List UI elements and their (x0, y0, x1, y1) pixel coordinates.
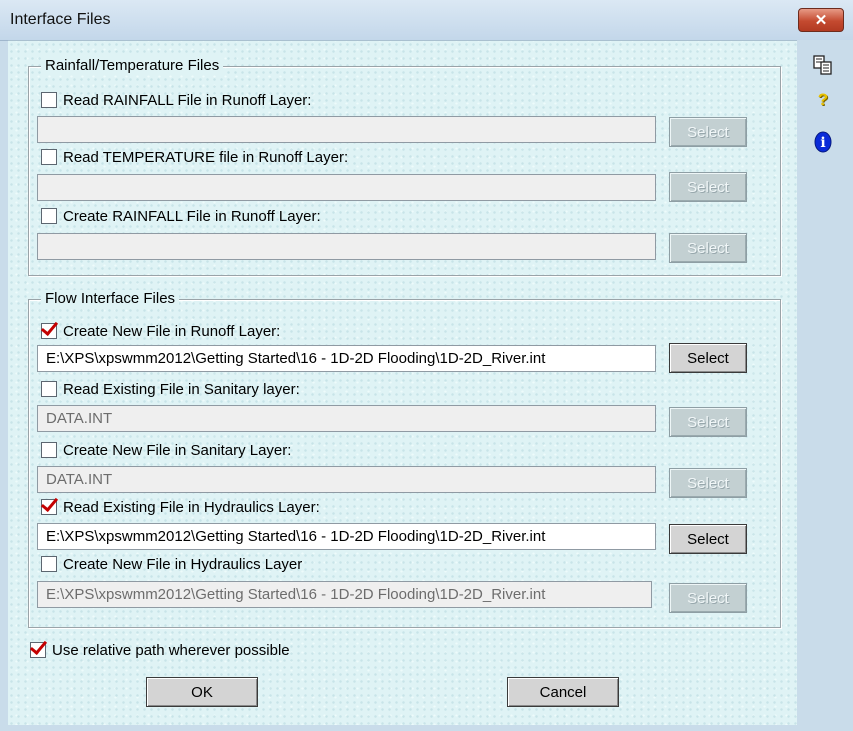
relative-path-checkbox-row[interactable]: Use relative path wherever possible (30, 640, 290, 660)
help-question-icon[interactable]: ? (810, 87, 836, 113)
read-hydraulics-checkbox[interactable] (41, 499, 57, 515)
dialog-body: Rainfall/Temperature Files Read RAINFALL… (8, 40, 797, 725)
read-rainfall-checkbox-row[interactable]: Read RAINFALL File in Runoff Layer: (41, 90, 311, 110)
create-hydraulics-checkbox[interactable] (41, 556, 57, 572)
copy-icon[interactable] (810, 52, 836, 78)
relative-path-label: Use relative path wherever possible (52, 641, 290, 659)
relative-path-checkbox[interactable] (30, 642, 46, 658)
group-legend: Flow Interface Files (41, 290, 180, 308)
create-hydraulics-checkbox-row[interactable]: Create New File in Hydraulics Layer (41, 554, 302, 574)
read-sanitary-path-field[interactable]: DATA.INT (37, 405, 656, 432)
create-rainfall-label: Create RAINFALL File in Runoff Layer: (63, 207, 321, 225)
read-temperature-path-field[interactable] (37, 174, 656, 201)
create-sanitary-checkbox[interactable] (41, 442, 57, 458)
create-runoff-checkbox-row[interactable]: Create New File in Runoff Layer: (41, 321, 280, 341)
create-hydraulics-label: Create New File in Hydraulics Layer (63, 555, 303, 573)
info-icon[interactable]: i (810, 129, 836, 155)
read-temperature-select-button[interactable]: Select (669, 172, 747, 202)
read-hydraulics-checkbox-row[interactable]: Read Existing File in Hydraulics Layer: (41, 497, 320, 517)
create-runoff-checkbox[interactable] (41, 323, 57, 339)
read-sanitary-select-button[interactable]: Select (669, 407, 747, 437)
help-question-glyph: ? (817, 90, 829, 109)
close-icon: ✕ (814, 12, 828, 29)
create-rainfall-checkbox-row[interactable]: Create RAINFALL File in Runoff Layer: (41, 206, 321, 226)
create-runoff-path-field[interactable]: E:\XPS\xpswmm2012\Getting Started\16 - 1… (37, 345, 656, 372)
flow-interface-group: Flow Interface Files Create New File in … (28, 290, 781, 628)
read-sanitary-label: Read Existing File in Sanitary layer: (63, 380, 300, 398)
read-temperature-checkbox[interactable] (41, 149, 57, 165)
read-rainfall-select-button[interactable]: Select (669, 117, 747, 147)
create-runoff-select-button[interactable]: Select (669, 343, 747, 373)
read-hydraulics-path-field[interactable]: E:\XPS\xpswmm2012\Getting Started\16 - 1… (37, 523, 656, 550)
read-rainfall-path-field[interactable] (37, 116, 656, 143)
create-sanitary-path-field[interactable]: DATA.INT (37, 466, 656, 493)
read-hydraulics-label: Read Existing File in Hydraulics Layer: (63, 498, 320, 516)
rainfall-temperature-group: Rainfall/Temperature Files Read RAINFALL… (28, 57, 781, 276)
read-sanitary-checkbox[interactable] (41, 381, 57, 397)
create-sanitary-checkbox-row[interactable]: Create New File in Sanitary Layer: (41, 440, 291, 460)
info-glyph: i (820, 135, 825, 151)
create-hydraulics-select-button[interactable]: Select (669, 583, 747, 613)
ok-button[interactable]: OK (146, 677, 258, 707)
create-rainfall-path-field[interactable] (37, 233, 656, 260)
group-legend: Rainfall/Temperature Files (41, 57, 224, 75)
create-sanitary-label: Create New File in Sanitary Layer: (63, 441, 292, 459)
cancel-button[interactable]: Cancel (507, 677, 619, 707)
create-hydraulics-path-field[interactable]: E:\XPS\xpswmm2012\Getting Started\16 - 1… (37, 581, 652, 608)
read-temperature-checkbox-row[interactable]: Read TEMPERATURE file in Runoff Layer: (41, 147, 348, 167)
window-title: Interface Files (10, 11, 111, 28)
create-sanitary-select-button[interactable]: Select (669, 468, 747, 498)
create-runoff-label: Create New File in Runoff Layer: (63, 322, 281, 340)
read-temperature-label: Read TEMPERATURE file in Runoff Layer: (63, 148, 349, 166)
read-rainfall-checkbox[interactable] (41, 92, 57, 108)
read-hydraulics-select-button[interactable]: Select (669, 524, 747, 554)
create-rainfall-checkbox[interactable] (41, 208, 57, 224)
read-sanitary-checkbox-row[interactable]: Read Existing File in Sanitary layer: (41, 379, 300, 399)
right-toolbar: ? i (797, 40, 853, 724)
read-rainfall-label: Read RAINFALL File in Runoff Layer: (63, 91, 312, 109)
close-button[interactable]: ✕ (798, 8, 844, 32)
create-rainfall-select-button[interactable]: Select (669, 233, 747, 263)
title-bar: Interface Files ✕ (0, 0, 853, 41)
